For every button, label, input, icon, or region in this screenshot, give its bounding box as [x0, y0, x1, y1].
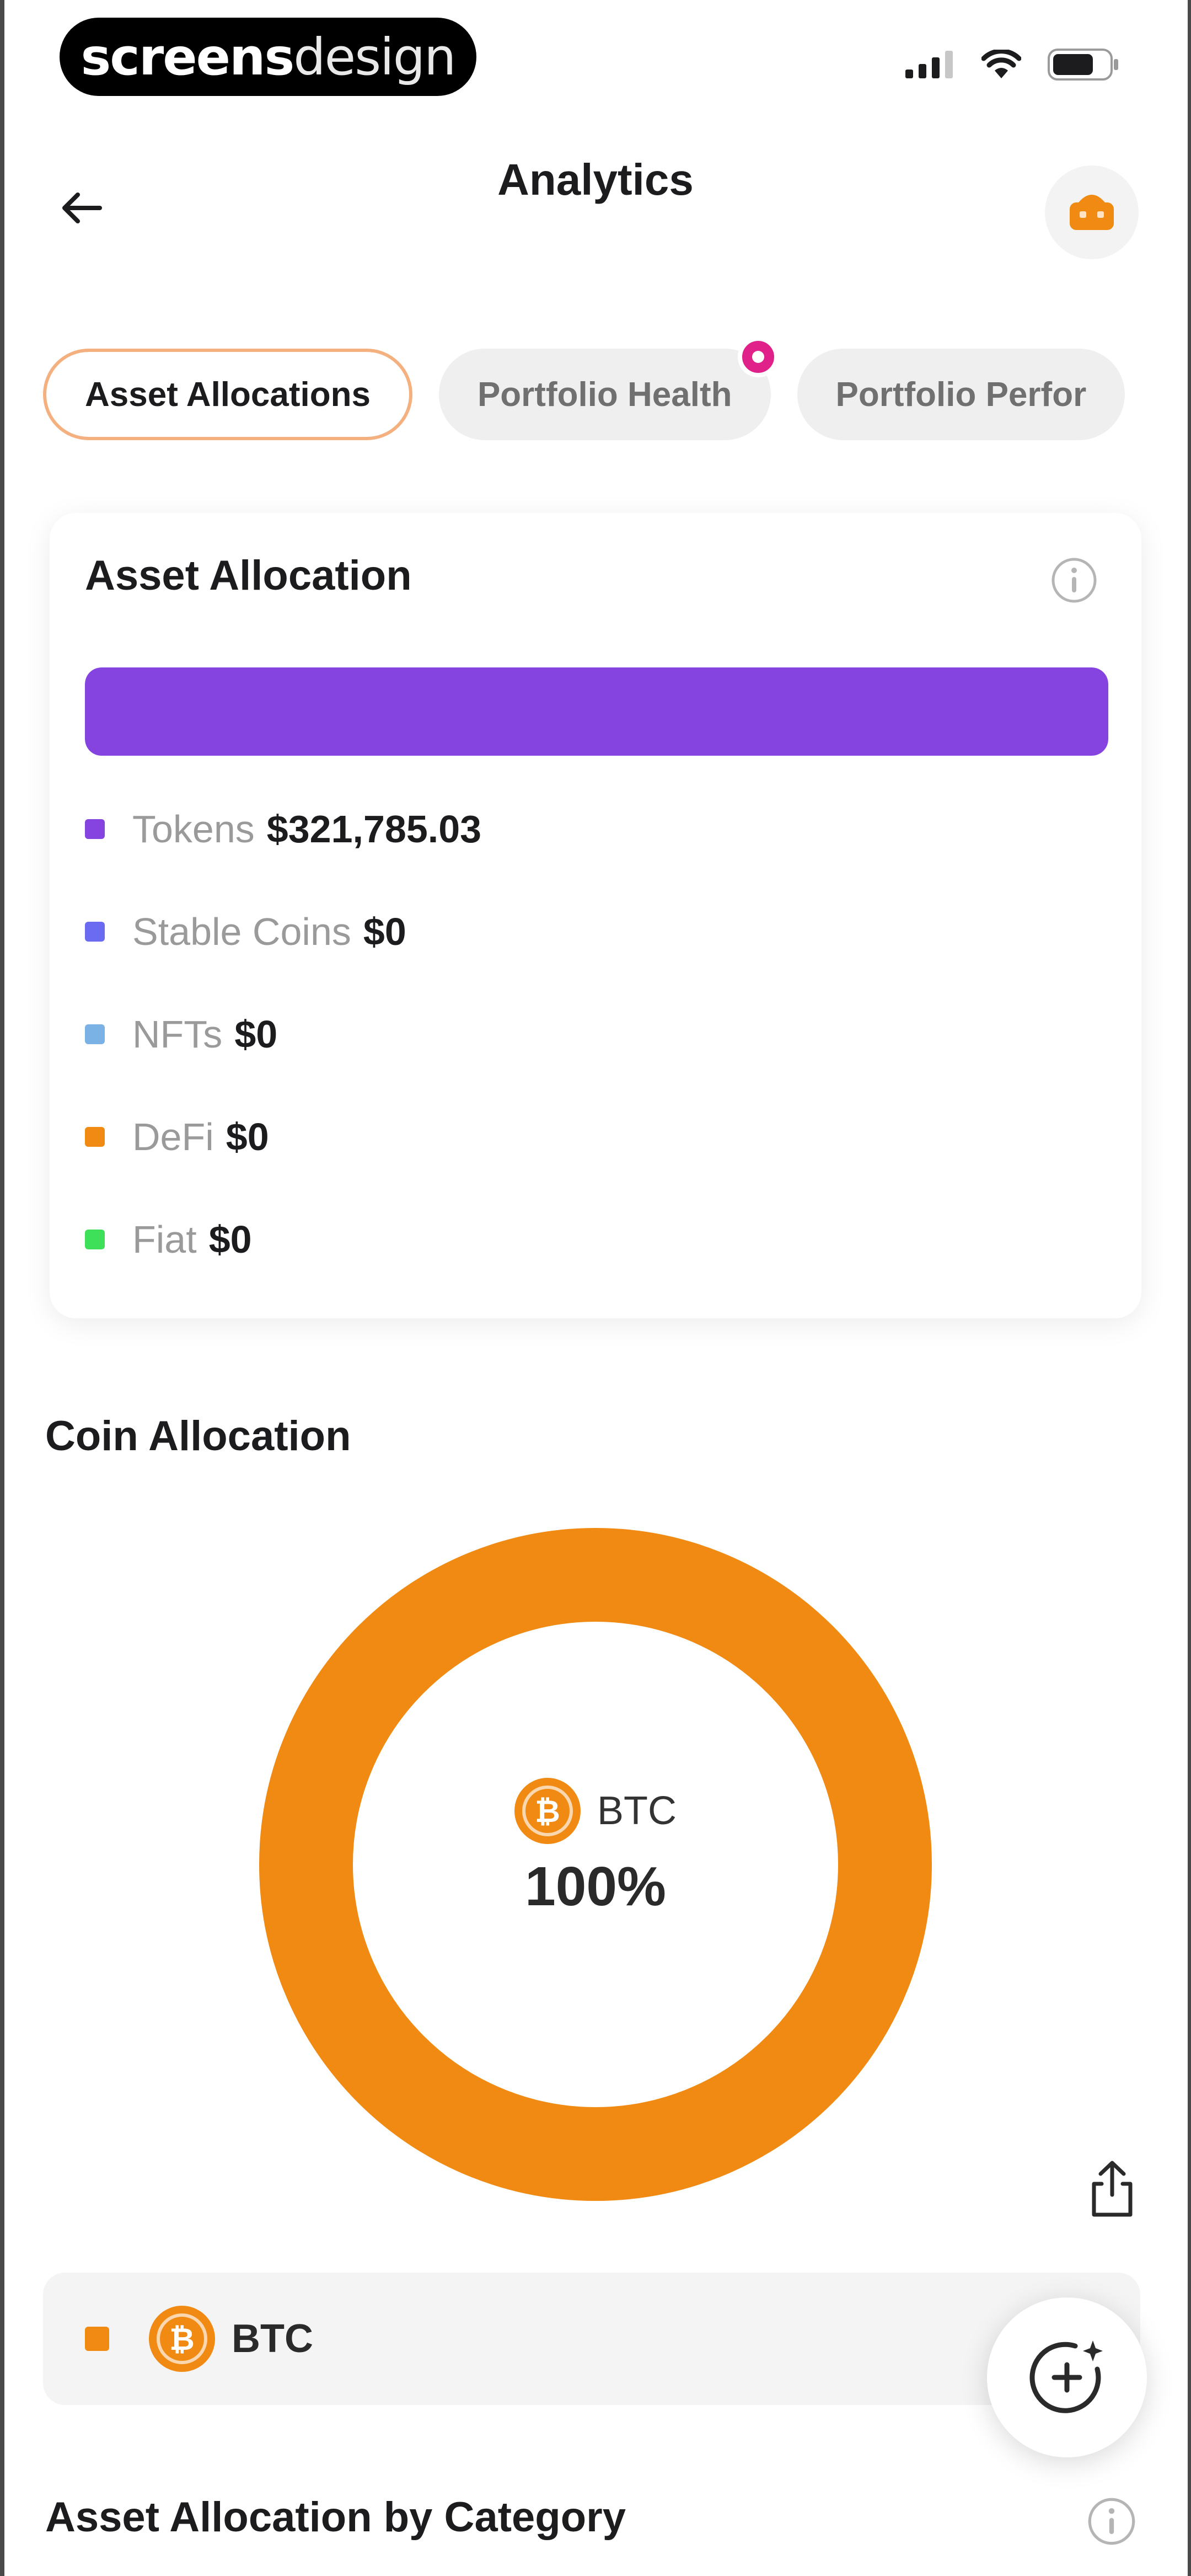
legend-swatch [85, 1127, 105, 1147]
legend-swatch [85, 819, 105, 839]
legend-item-defi: DeFi $0 [85, 1086, 481, 1188]
donut-percent: 100% [525, 1855, 666, 1917]
legend-value: $0 [226, 1115, 269, 1158]
legend-label: NFTs [132, 1013, 223, 1056]
status-bar: screensdesign [0, 0, 1191, 110]
allocation-bar [85, 667, 1108, 756]
info-icon[interactable] [1050, 556, 1098, 605]
info-icon[interactable] [1086, 2496, 1137, 2547]
legend-label: Tokens [132, 808, 255, 851]
coin-swatch [85, 2327, 109, 2351]
bitcoin-icon: ₿ [149, 2306, 215, 2372]
coin-label: BTC [232, 2317, 313, 2361]
legend-value: $0 [363, 910, 406, 953]
cellular-signal-icon [905, 51, 953, 78]
allocation-bar-tokens [85, 667, 1108, 756]
legend-swatch [85, 1230, 105, 1249]
donut-center: ₿ BTC 100% [259, 1528, 932, 2201]
coin-allocation-donut: ₿ BTC 100% [259, 1528, 932, 2201]
device-frame-left [0, 0, 4, 2576]
bitcoin-icon-ring: ₿ [522, 1785, 573, 1836]
donut-coin-label: BTC [597, 1788, 677, 1833]
tab-portfolio-health[interactable]: Portfolio Health [438, 336, 779, 440]
avatar-icon [1070, 195, 1114, 230]
legend-label: Stable Coins [132, 910, 351, 953]
coin-allocation-title: Coin Allocation [45, 1413, 351, 1460]
asset-allocation-by-category-title: Asset Allocation by Category [45, 2494, 626, 2541]
legend-item-fiat: Fiat $0 [85, 1188, 481, 1291]
legend-label: Fiat [132, 1218, 197, 1261]
battery-icon [1048, 49, 1118, 81]
brand-wordmark: screensdesign [81, 27, 457, 87]
coin-list-item-btc[interactable]: ₿ BTC [43, 2273, 1140, 2405]
legend-item-stable-coins: Stable Coins $0 [85, 880, 481, 983]
wifi-icon [981, 50, 1021, 78]
legend-item-tokens: Tokens $321,785.03 [85, 778, 481, 880]
legend-swatch [85, 1024, 105, 1044]
legend-swatch [85, 922, 105, 942]
header: Analytics [0, 132, 1191, 259]
ai-assistant-icon [1029, 2340, 1103, 2413]
brand-logo: screensdesign [60, 18, 476, 96]
notification-badge [737, 336, 779, 377]
ai-assistant-button[interactable] [987, 2297, 1147, 2457]
avatar-button[interactable] [1045, 165, 1139, 259]
share-button[interactable] [1082, 2156, 1142, 2222]
legend-value: $0 [234, 1013, 278, 1056]
page-title: Analytics [497, 155, 694, 204]
tab-asset-allocations[interactable]: Asset Allocations [43, 349, 412, 440]
tab-portfolio-performance[interactable]: Portfolio Perfor [797, 349, 1125, 440]
legend-value: $321,785.03 [266, 808, 482, 851]
legend-label: DeFi [132, 1115, 214, 1158]
asset-allocation-card: Asset Allocation Tokens $321,785.03 Stab… [50, 513, 1141, 1318]
allocation-legend: Tokens $321,785.03 Stable Coins $0 NFTs … [85, 778, 481, 1291]
bitcoin-icon: ₿ [514, 1777, 581, 1844]
device-frame-right [1188, 0, 1191, 2576]
legend-item-nfts: NFTs $0 [85, 983, 481, 1086]
donut-coin: ₿ BTC [514, 1777, 677, 1844]
status-icons [905, 49, 1119, 81]
analytics-tabs: Asset Allocations Portfolio Health Portf… [43, 336, 1125, 440]
bitcoin-icon-ring: ₿ [157, 2313, 207, 2364]
asset-allocation-title: Asset Allocation [85, 552, 412, 599]
svg-text:₿: ₿ [169, 2322, 195, 2356]
tab-label: Portfolio Perfor [835, 375, 1087, 414]
legend-value: $0 [208, 1218, 252, 1261]
svg-text:₿: ₿ [535, 1794, 560, 1829]
share-icon [1092, 2161, 1133, 2217]
tab-label: Asset Allocations [85, 375, 371, 414]
tab-label: Portfolio Health [477, 375, 732, 414]
